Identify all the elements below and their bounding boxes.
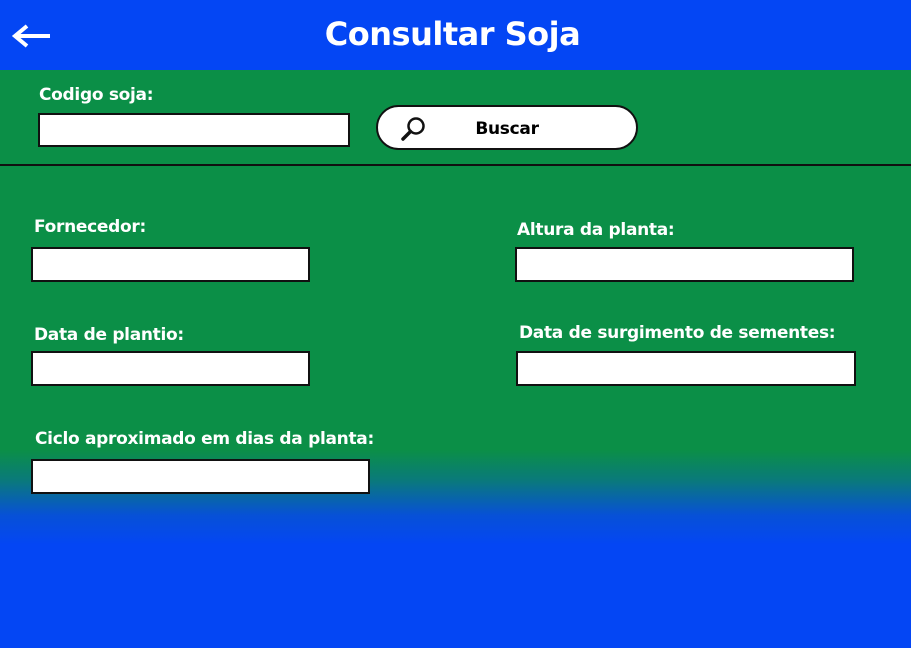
data-sementes-input[interactable]: [516, 351, 856, 386]
data-plantio-label: Data de plantio:: [34, 325, 184, 345]
header-bar: Consultar Soja: [0, 0, 911, 70]
buscar-button[interactable]: Buscar: [376, 105, 638, 150]
fornecedor-input[interactable]: [31, 247, 310, 282]
codigo-soja-label: Codigo soja:: [39, 85, 154, 105]
consultar-soja-screen: Consultar Soja Codigo soja: Buscar Forne…: [0, 0, 911, 648]
section-divider: [0, 164, 911, 166]
ciclo-dias-input[interactable]: [31, 459, 370, 494]
codigo-soja-input[interactable]: [38, 113, 350, 147]
page-title: Consultar Soja: [324, 15, 581, 53]
fornecedor-label: Fornecedor:: [34, 217, 146, 237]
altura-planta-label: Altura da planta:: [517, 220, 675, 240]
ciclo-dias-label: Ciclo aproximado em dias da planta:: [35, 429, 374, 449]
buscar-button-label: Buscar: [475, 119, 539, 139]
data-sementes-label: Data de surgimento de sementes:: [519, 323, 836, 343]
data-plantio-input[interactable]: [31, 351, 310, 386]
altura-planta-input[interactable]: [515, 247, 854, 282]
